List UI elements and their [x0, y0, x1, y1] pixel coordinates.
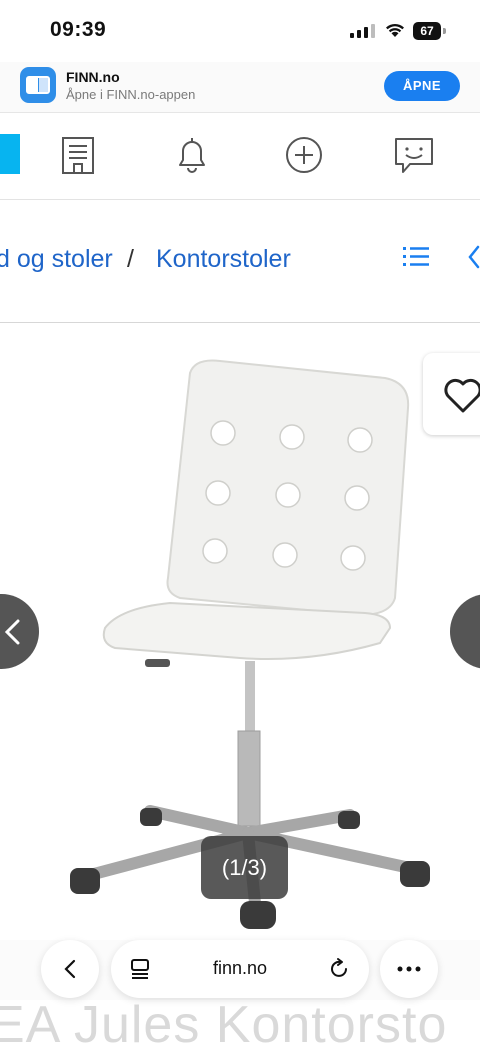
- breadcrumb: d og stoler / Kontorstoler: [0, 200, 480, 323]
- battery-level: 67: [413, 22, 441, 40]
- battery-cap: [443, 28, 446, 34]
- chevron-left-icon: [64, 959, 76, 979]
- building-icon[interactable]: [56, 133, 100, 177]
- favorite-button[interactable]: [423, 353, 480, 435]
- finn-app-icon: [20, 67, 56, 103]
- more-icon: [397, 966, 421, 972]
- open-app-button[interactable]: ÅPNE: [384, 71, 460, 101]
- wifi-icon: [386, 23, 404, 37]
- app-name: FINN.no: [66, 69, 120, 85]
- chevron-left-icon: [4, 619, 20, 645]
- breadcrumb-separator: /: [127, 245, 134, 273]
- status-time: 09:39: [50, 18, 107, 41]
- signal-icon: [350, 24, 375, 38]
- app-subtitle: Åpne i FINN.no-appen: [66, 87, 196, 102]
- image-gallery: (1/3): [0, 323, 480, 940]
- previous-image-button[interactable]: [0, 594, 39, 669]
- image-counter: (1/3): [201, 836, 288, 899]
- finn-logo-edge[interactable]: [0, 134, 20, 174]
- plus-circle-icon[interactable]: [282, 133, 326, 177]
- breadcrumb-current[interactable]: Kontorstoler: [156, 245, 291, 274]
- bell-icon[interactable]: [170, 133, 214, 177]
- chat-icon[interactable]: [392, 133, 436, 177]
- list-icon[interactable]: [402, 244, 430, 270]
- product-title: EA Jules Kontorsto: [0, 996, 448, 1054]
- chevron-left-icon[interactable]: [465, 244, 480, 270]
- back-button[interactable]: [41, 940, 99, 998]
- app-banner: FINN.no Åpne i FINN.no-appen ÅPNE: [0, 62, 480, 113]
- more-button[interactable]: [380, 940, 438, 998]
- heart-icon: [444, 378, 480, 413]
- battery-icon: 67: [413, 22, 447, 40]
- url-bar[interactable]: finn.no: [111, 940, 369, 998]
- reload-icon[interactable]: [327, 957, 351, 981]
- nav-row: [0, 113, 480, 200]
- status-bar: 09:39 67: [0, 0, 480, 62]
- breadcrumb-parent[interactable]: d og stoler: [0, 245, 113, 274]
- next-image-button[interactable]: [450, 594, 480, 669]
